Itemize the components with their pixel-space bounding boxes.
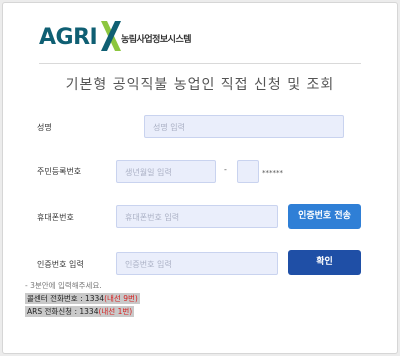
- callcenter-extension: (내선 9번): [104, 294, 138, 303]
- confirm-button[interactable]: 확인: [288, 250, 361, 275]
- resident-digit-input[interactable]: [237, 160, 259, 183]
- auth-code-label: 인증번호 입력: [37, 260, 84, 269]
- ars-info: ARS 전화신청 : 1334(내선 1번): [25, 306, 135, 317]
- ars-number: ARS 전화신청 : 1334: [27, 307, 99, 316]
- login-card: AGRI 농림사업정보시스템 기본형 공익직불 농업인 직접 신청 및 조회 성…: [2, 2, 398, 354]
- logo-x-icon: [101, 21, 121, 51]
- resident-mask: ******: [262, 169, 283, 177]
- phone-input[interactable]: 휴대폰번호 입력: [116, 205, 278, 228]
- resident-dash: -: [224, 165, 227, 174]
- name-input[interactable]: 성명 입력: [144, 115, 344, 138]
- resident-number-label: 주민등록번호: [37, 167, 82, 176]
- logo-brand-text: AGRI: [39, 25, 98, 50]
- page-title: 기본형 공익직불 농업인 직접 신청 및 조회: [65, 77, 335, 93]
- birthdate-input[interactable]: 생년월일 입력: [116, 160, 216, 183]
- phone-label: 휴대폰번호: [37, 213, 74, 222]
- name-label: 성명: [37, 123, 52, 132]
- send-auth-code-button[interactable]: 인증번호 전송: [288, 204, 361, 229]
- logo-subtitle: 농림사업정보시스템: [121, 35, 192, 45]
- ars-extension: (내선 1번): [98, 307, 133, 316]
- callcenter-info: 콜센터 전화번호 : 1334(내선 9번): [25, 293, 140, 304]
- header-divider: [39, 63, 361, 64]
- callcenter-number: 콜센터 전화번호 : 1334: [27, 294, 105, 303]
- time-limit-hint: - 3분안에 입력해주세요.: [25, 281, 102, 290]
- auth-code-input[interactable]: 인증번호 입력: [116, 252, 278, 275]
